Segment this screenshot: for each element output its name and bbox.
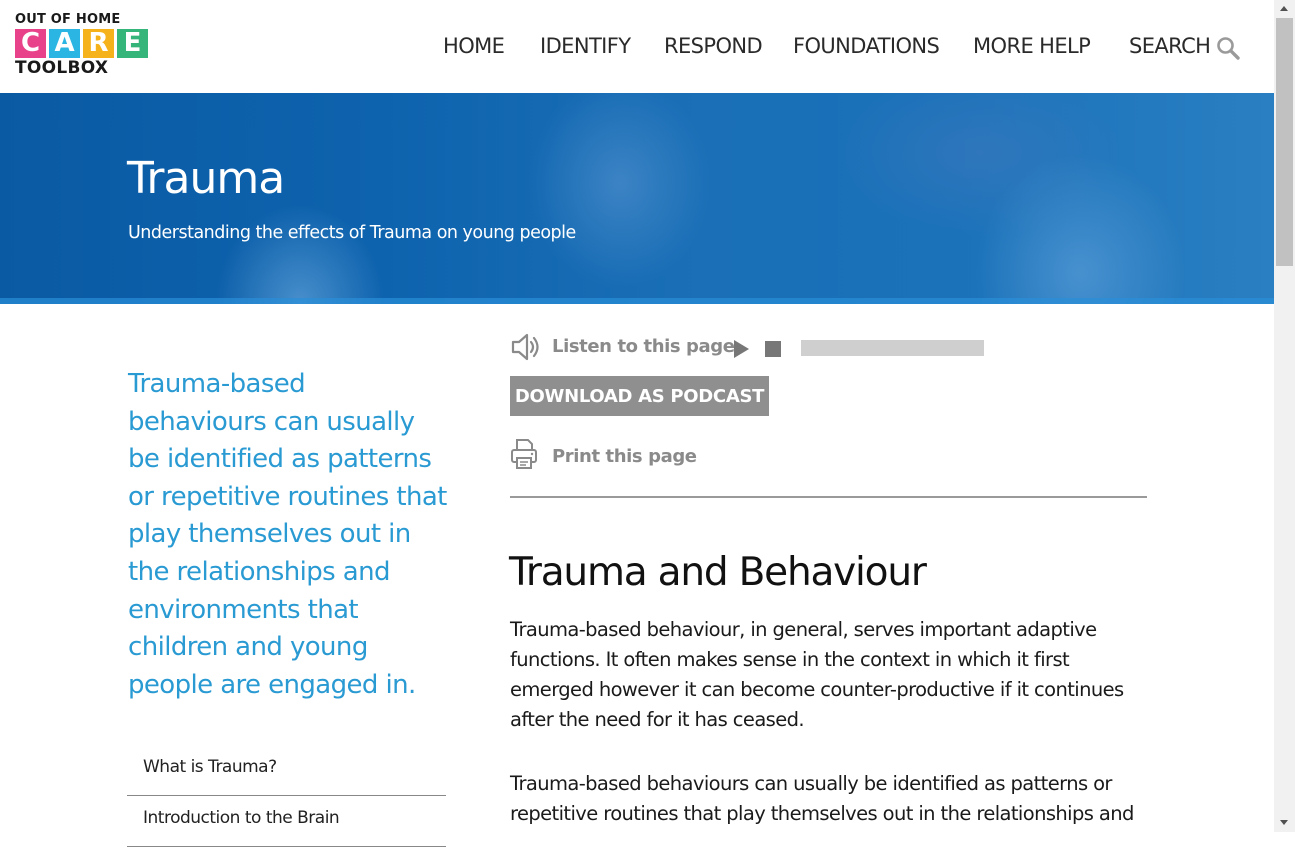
hero-bottom-edge bbox=[0, 298, 1274, 304]
logo-letter-r: R bbox=[83, 29, 114, 58]
nav-item-foundations[interactable]: FOUNDATIONS bbox=[793, 34, 940, 58]
stop-icon[interactable] bbox=[765, 341, 781, 357]
section-nav-item-intro-brain[interactable]: Introduction to the Brain bbox=[127, 796, 446, 847]
audio-progress-bar[interactable] bbox=[801, 340, 984, 356]
site-logo[interactable]: OUT OF HOME C A R E TOOLBOX bbox=[15, 13, 155, 77]
listen-label: Listen to this page bbox=[552, 336, 735, 357]
site-header: OUT OF HOME C A R E TOOLBOX HOME IDENTIF… bbox=[0, 0, 1274, 93]
nav-item-respond[interactable]: RESPOND bbox=[664, 34, 763, 58]
section-nav-item-what-is-trauma[interactable]: What is Trauma? bbox=[127, 745, 446, 796]
print-label: Print this page bbox=[552, 446, 697, 467]
article-paragraph: Trauma-based behaviour, in general, serv… bbox=[510, 618, 1124, 731]
logo-top-text: OUT OF HOME bbox=[15, 12, 121, 27]
page-title: Trauma bbox=[127, 153, 285, 204]
section-nav-label: Introduction to the Brain bbox=[143, 808, 340, 828]
scroll-down-arrow-icon[interactable] bbox=[1280, 820, 1288, 825]
hero-banner: Trauma Understanding the effects of Trau… bbox=[0, 93, 1274, 304]
page-scrollbar[interactable] bbox=[1274, 0, 1295, 832]
scroll-up-arrow-icon[interactable] bbox=[1280, 6, 1288, 11]
article-paragraph: Trauma-based behaviours can usually be i… bbox=[510, 772, 1134, 825]
download-podcast-button[interactable]: DOWNLOAD AS PODCAST bbox=[510, 376, 769, 416]
article-title: Trauma and Behaviour bbox=[509, 550, 927, 595]
content-divider bbox=[510, 496, 1147, 498]
logo-bottom-text: TOOLBOX bbox=[15, 58, 109, 78]
play-icon[interactable] bbox=[734, 340, 749, 358]
sidebar-pullquote: Trauma-based behaviours can usually be i… bbox=[128, 369, 447, 700]
logo-letter-a: A bbox=[49, 29, 80, 58]
logo-care-letters: C A R E bbox=[15, 29, 155, 58]
speaker-icon bbox=[511, 333, 539, 361]
nav-item-identify[interactable]: IDENTIFY bbox=[540, 34, 631, 58]
section-nav-label: What is Trauma? bbox=[143, 757, 277, 777]
logo-letter-c: C bbox=[15, 29, 46, 58]
nav-search-link[interactable]: SEARCH bbox=[1129, 34, 1211, 58]
page-subtitle: Understanding the effects of Trauma on y… bbox=[128, 223, 576, 243]
nav-item-home[interactable]: HOME bbox=[443, 34, 505, 58]
nav-item-more-help[interactable]: MORE HELP bbox=[973, 34, 1091, 58]
logo-letter-e: E bbox=[117, 29, 148, 58]
scrollbar-thumb[interactable] bbox=[1276, 18, 1293, 266]
printer-icon bbox=[511, 439, 537, 469]
magnifier-icon[interactable] bbox=[1216, 36, 1240, 60]
